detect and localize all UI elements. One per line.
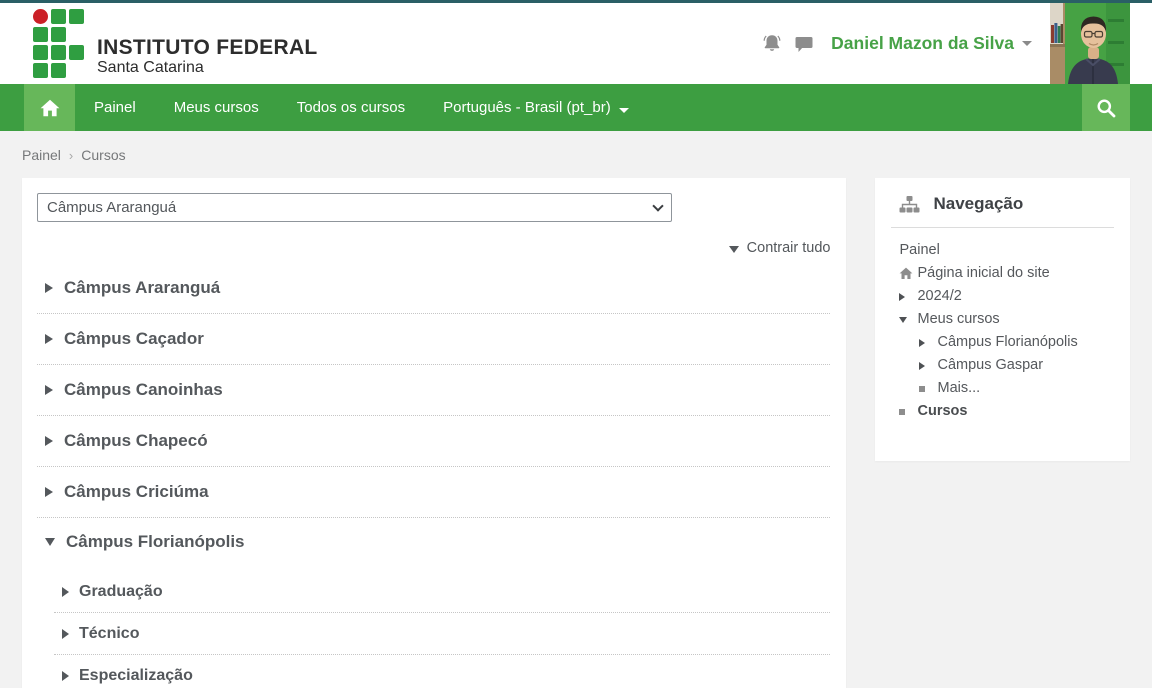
category-campus-chapeco[interactable]: Câmpus Chapecó bbox=[37, 416, 831, 467]
breadcrumb-item-painel[interactable]: Painel bbox=[22, 147, 61, 163]
brand-logo[interactable]: INSTITUTO FEDERAL Santa Catarina bbox=[33, 9, 318, 78]
category-campus-cacador[interactable]: Câmpus Caçador bbox=[37, 314, 831, 365]
breadcrumb-item-cursos: Cursos bbox=[81, 147, 126, 163]
tree-item-label: Câmpus Florianópolis bbox=[937, 334, 1078, 350]
logo-dot bbox=[33, 9, 48, 24]
site-header: INSTITUTO FEDERAL Santa Catarina Daniel … bbox=[0, 3, 1152, 84]
tree-item-label: Painel bbox=[899, 242, 940, 258]
square-bullet-icon bbox=[919, 385, 937, 392]
tree-item-label: 2024/2 bbox=[917, 288, 962, 304]
triangle-right-icon bbox=[45, 283, 53, 293]
category-campus-criciuma[interactable]: Câmpus Criciúma bbox=[37, 467, 831, 518]
collapse-all-link[interactable]: Contrair tudo bbox=[728, 240, 831, 256]
brand-subtitle: Santa Catarina bbox=[97, 59, 204, 76]
subcategory-title: Graduação bbox=[79, 582, 163, 600]
breadcrumb-separator: › bbox=[68, 148, 74, 163]
content-area: Câmpus Araranguá Contrair tudo Câmpus Ar… bbox=[0, 178, 1152, 688]
home-icon bbox=[40, 99, 59, 116]
tree-item-label: Mais... bbox=[937, 380, 981, 396]
triangle-right-icon bbox=[62, 628, 69, 639]
home-icon bbox=[899, 267, 917, 280]
triangle-right-icon bbox=[45, 436, 53, 446]
navigation-title: Navegação bbox=[933, 194, 1024, 213]
nav-item-painel[interactable]: Painel bbox=[75, 84, 155, 131]
category-title: Câmpus Criciúma bbox=[64, 482, 209, 501]
category-title: Câmpus Araranguá bbox=[64, 278, 221, 297]
ifsc-logo-icon bbox=[33, 9, 84, 78]
search-button[interactable] bbox=[1082, 84, 1130, 131]
navbar-menu: Painel Meus cursos Todos os cursos Portuguê… bbox=[75, 84, 648, 131]
nav-item-meus-cursos[interactable]: Meus cursos bbox=[155, 84, 278, 131]
tree-item-meus-cursos[interactable]: Meus cursos bbox=[899, 308, 1120, 331]
subcategory-graduacao[interactable]: Graduação bbox=[54, 571, 831, 613]
tree-item-label: Cursos bbox=[917, 403, 968, 419]
nav-item-todos-os-cursos[interactable]: Todos os cursos bbox=[278, 84, 424, 131]
triangle-right-icon bbox=[62, 670, 69, 681]
messages-icon[interactable] bbox=[793, 33, 815, 55]
brand-text: INSTITUTO FEDERAL Santa Catarina bbox=[97, 37, 318, 77]
user-area: Daniel Mazon da Silva bbox=[761, 3, 1152, 84]
category-title: Câmpus Chapecó bbox=[64, 431, 208, 450]
sitemap-icon bbox=[899, 195, 920, 212]
subcategory-title: Especialização bbox=[79, 666, 193, 684]
search-icon bbox=[1097, 99, 1116, 117]
triangle-right-icon bbox=[45, 385, 53, 395]
category-select[interactable]: Câmpus Araranguá bbox=[37, 193, 672, 222]
triangle-right-icon bbox=[899, 292, 917, 301]
subcategory-title: Técnico bbox=[79, 624, 140, 642]
tree-item-campus-florianopolis[interactable]: Câmpus Florianópolis bbox=[899, 331, 1120, 354]
category-list: Câmpus Araranguá Câmpus Caçador Câmpus Can… bbox=[37, 263, 831, 688]
user-menu[interactable]: Daniel Mazon da Silva bbox=[831, 33, 1014, 54]
nav-item-portugues-brasil-pt-br[interactable]: Português - Brasil (pt_br) bbox=[424, 84, 648, 131]
collapse-all-row: Contrair tudo bbox=[37, 240, 830, 256]
subcategory-especializacao[interactable]: Especialização bbox=[54, 655, 830, 688]
triangle-right-icon bbox=[45, 487, 53, 497]
divider bbox=[891, 227, 1114, 228]
subcategory-list: Graduação Técnico Especialização bbox=[54, 571, 831, 688]
triangle-down-icon bbox=[899, 316, 917, 323]
navigation-tree: Painel Página inicial do site 2024/2 Meus c… bbox=[875, 239, 1130, 423]
brand-name: INSTITUTO FEDERAL bbox=[97, 36, 318, 59]
triangle-right-icon bbox=[45, 334, 53, 344]
subcategory-tecnico[interactable]: Técnico bbox=[54, 613, 831, 655]
courses-panel: Câmpus Araranguá Contrair tudo Câmpus Ar… bbox=[22, 178, 847, 688]
tree-item-pagina-inicial-do-site[interactable]: Página inicial do site bbox=[899, 262, 1120, 285]
triangle-down-icon bbox=[45, 538, 55, 546]
tree-item-campus-gaspar[interactable]: Câmpus Gaspar bbox=[899, 354, 1120, 377]
category-campus-florianopolis[interactable]: Câmpus Florianópolis bbox=[37, 518, 830, 566]
category-title: Câmpus Caçador bbox=[64, 329, 204, 348]
category-title: Câmpus Florianópolis bbox=[66, 532, 245, 551]
triangle-down-icon bbox=[728, 245, 739, 253]
collapse-all-label: Contrair tudo bbox=[746, 240, 831, 256]
main-navbar: Painel Meus cursos Todos os cursos Portuguê… bbox=[0, 84, 1152, 131]
tree-item-label: Meus cursos bbox=[917, 311, 1000, 327]
square-bullet-icon bbox=[899, 408, 917, 415]
tree-item-painel[interactable]: Painel bbox=[899, 239, 1120, 262]
category-select-wrap: Câmpus Araranguá bbox=[37, 193, 672, 222]
tree-item-mais[interactable]: Mais... bbox=[899, 377, 1120, 400]
breadcrumb: Painel › Cursos bbox=[22, 147, 1130, 163]
caret-down-icon bbox=[618, 108, 629, 113]
navigation-block: Navegação Painel Página inicial do site 20… bbox=[875, 178, 1130, 461]
navigation-header: Navegação bbox=[875, 194, 1130, 214]
tree-item-label: Página inicial do site bbox=[917, 265, 1050, 281]
tree-item-cursos[interactable]: Cursos bbox=[899, 400, 1120, 423]
avatar[interactable] bbox=[1050, 3, 1130, 84]
triangle-right-icon bbox=[62, 586, 69, 597]
bell-icon[interactable] bbox=[761, 33, 783, 55]
home-button[interactable] bbox=[24, 84, 75, 131]
triangle-right-icon bbox=[919, 338, 937, 347]
category-campus-canoinhas[interactable]: Câmpus Canoinhas bbox=[37, 365, 831, 416]
caret-down-icon[interactable] bbox=[1022, 41, 1032, 46]
category-title: Câmpus Canoinhas bbox=[64, 380, 223, 399]
triangle-right-icon bbox=[919, 361, 937, 370]
tree-item-label: Câmpus Gaspar bbox=[937, 357, 1044, 373]
category-campus-ararangua[interactable]: Câmpus Araranguá bbox=[37, 263, 831, 314]
tree-item-2024-2[interactable]: 2024/2 bbox=[899, 285, 1120, 308]
